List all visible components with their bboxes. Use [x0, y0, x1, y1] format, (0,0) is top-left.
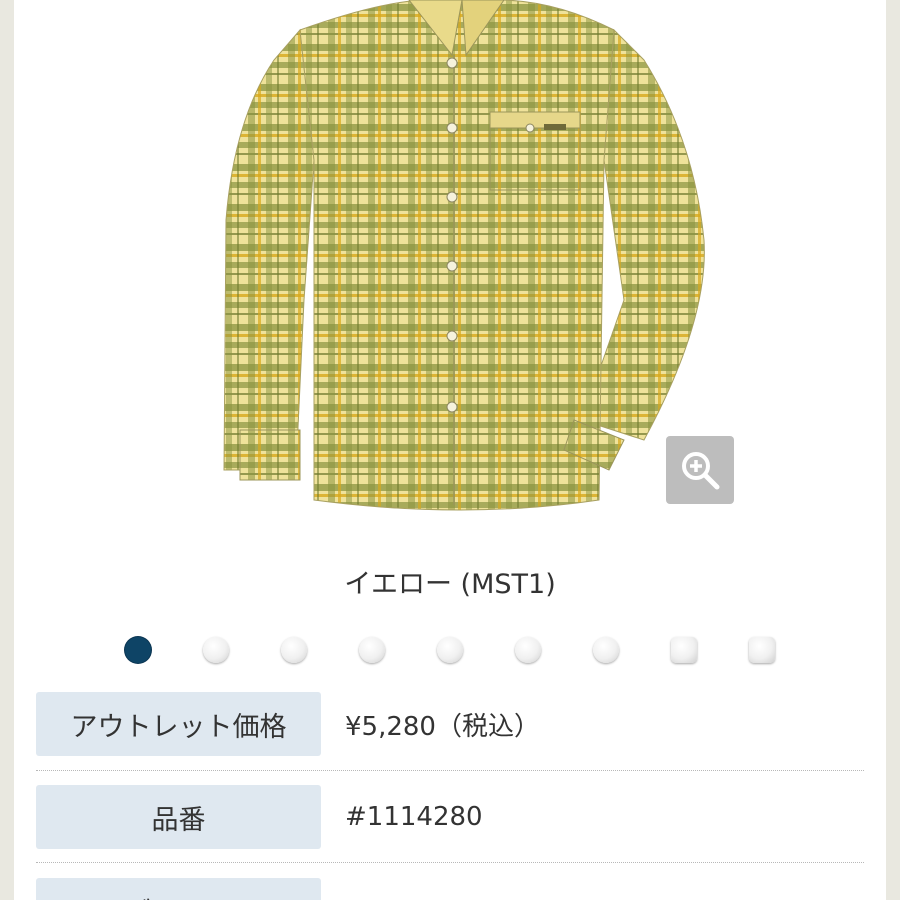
- color-swatch-4[interactable]: [359, 637, 385, 663]
- color-swatch-5[interactable]: [437, 637, 463, 663]
- color-swatch-2[interactable]: [203, 637, 229, 663]
- color-swatch-list: [14, 637, 886, 667]
- item-number-row: 品番 #1114280: [36, 785, 864, 849]
- price-value: ¥5,280（税込）: [345, 711, 540, 742]
- brand-row: ブランド モンベル: [36, 878, 864, 900]
- price-label: アウトレット価格: [36, 692, 321, 756]
- brand-value: モンベル: [345, 878, 449, 900]
- shirt-image: [223, 0, 705, 511]
- color-swatch-9[interactable]: [749, 637, 775, 663]
- color-swatch-3[interactable]: [281, 637, 307, 663]
- divider: [36, 862, 864, 863]
- product-image[interactable]: [204, 0, 724, 520]
- color-swatch-7[interactable]: [593, 637, 619, 663]
- item-number-value: #1114280: [345, 802, 483, 832]
- color-name: イエロー (MST1): [344, 569, 556, 600]
- product-card: イエロー (MST1) アウトレット価格 ¥5,280（税込） 品番 #1114…: [14, 0, 886, 900]
- brand-label: ブランド: [36, 878, 321, 900]
- divider: [36, 770, 864, 771]
- zoom-button[interactable]: [666, 436, 734, 504]
- item-number-label: 品番: [36, 785, 321, 849]
- color-swatch-6[interactable]: [515, 637, 541, 663]
- color-swatch-8[interactable]: [671, 637, 697, 663]
- price-row: アウトレット価格 ¥5,280（税込）: [36, 692, 864, 756]
- zoom-in-icon: [682, 452, 720, 490]
- color-swatch-1[interactable]: [125, 637, 151, 663]
